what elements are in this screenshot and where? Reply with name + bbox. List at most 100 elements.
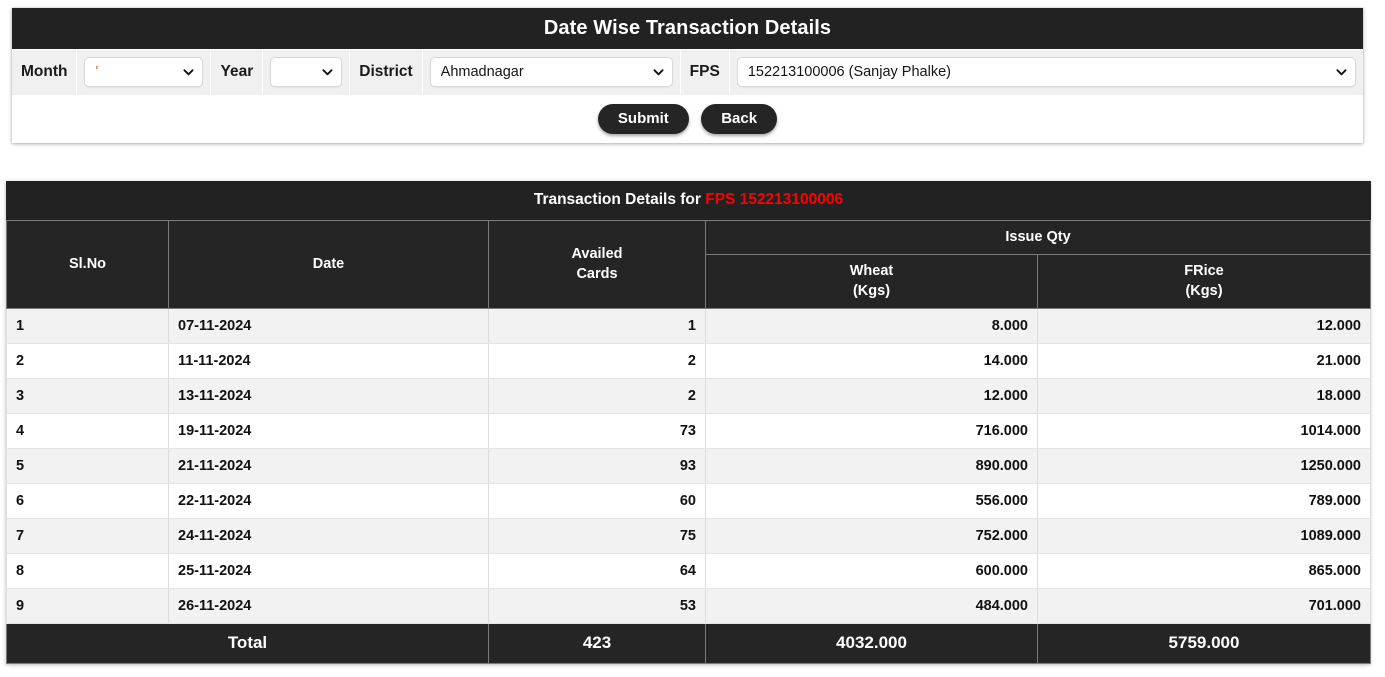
year-select[interactable] [270,57,343,87]
fps-select[interactable]: 152213100006 (Sanjay Phalke) [736,57,1356,87]
total-availed-cards: 423 [488,623,706,664]
frice-line2: (Kgs) [1185,282,1223,299]
cell-slno: 3 [6,378,169,414]
table-row: 2 11-11-2024 2 14.000 21.000 [6,343,1371,379]
page-title: Date Wise Transaction Details [12,8,1363,49]
cell-wheat: 890.000 [705,448,1038,484]
cell-wheat: 556.000 [705,483,1038,519]
table-body: 1 07-11-2024 1 8.000 12.000 2 11-11-2024 2 14.00… [6,308,1371,624]
cell-availed-cards: 93 [488,448,706,484]
cell-frice: 18.000 [1037,378,1371,414]
cell-frice: 865.000 [1037,553,1371,589]
fps-label-text: FPS [689,63,720,80]
cell-availed-cards: 53 [488,588,706,624]
month-select[interactable]: ' [84,57,204,87]
cell-availed-cards: 64 [488,553,706,589]
cell-frice: 789.000 [1037,483,1371,519]
cell-date: 22-11-2024 [168,483,489,519]
district-select-cell: Ahmadnagar [422,50,681,95]
availed-cards-line2: Cards [576,265,618,282]
cell-date: 13-11-2024 [168,378,489,414]
district-label-text: District [359,63,413,80]
district-label: District [350,50,423,95]
fps-select-wrapper: 152213100006 (Sanjay Phalke) [736,57,1356,87]
cell-availed-cards: 60 [488,483,706,519]
column-header-availed-cards[interactable]: Availed Cards [488,220,706,309]
column-header-wheat[interactable]: Wheat (Kgs) [705,254,1038,309]
cell-date: 26-11-2024 [168,588,489,624]
cell-frice: 701.000 [1037,588,1371,624]
month-label: Month [12,50,78,95]
column-header-date[interactable]: Date [168,220,489,309]
cell-wheat: 14.000 [705,343,1038,379]
cell-availed-cards: 2 [488,343,706,379]
cell-date: 19-11-2024 [168,413,489,449]
table-caption: Transaction Details for FPS 152213100006 [6,181,1371,220]
table-row: 6 22-11-2024 60 556.000 789.000 [6,483,1371,519]
table-row: 4 19-11-2024 73 716.000 1014.000 [6,413,1371,449]
cell-wheat: 600.000 [705,553,1038,589]
table-row: 5 21-11-2024 93 890.000 1250.000 [6,448,1371,484]
column-header-issue-qty: Issue Qty [705,219,1371,256]
filter-row: Month ' Year District Ahmadnagar FPS 152… [12,49,1363,95]
cell-availed-cards: 73 [488,413,706,449]
table-row: 8 25-11-2024 64 600.000 865.000 [6,553,1371,589]
table-header-row-1: Sl.No Date Availed Cards Issue Qty [6,219,1371,309]
table-head: Sl.No Date Availed Cards Issue Qty Wheat… [6,219,1371,309]
cell-slno: 1 [6,308,169,344]
cell-frice: 21.000 [1037,343,1371,379]
table-row: 1 07-11-2024 1 8.000 12.000 [6,308,1371,344]
back-button[interactable]: Back [701,104,778,134]
cell-availed-cards: 1 [488,308,706,344]
cell-frice: 12.000 [1037,308,1371,344]
frice-line1: FRice [1184,263,1224,280]
total-wheat: 4032.000 [705,623,1038,664]
table-row: 3 13-11-2024 2 12.000 18.000 [6,378,1371,414]
month-label-text: Month [21,63,68,80]
fps-label: FPS [680,50,730,95]
cell-wheat: 12.000 [705,378,1038,414]
cell-date: 11-11-2024 [168,343,489,379]
cell-slno: 5 [6,448,169,484]
cell-slno: 8 [6,553,169,589]
cell-wheat: 752.000 [705,518,1038,554]
cell-wheat: 484.000 [705,588,1038,624]
cell-slno: 7 [6,518,169,554]
cell-slno: 9 [6,588,169,624]
table-foot: Total 423 4032.000 5759.000 [6,623,1371,664]
cell-wheat: 716.000 [705,413,1038,449]
page-root: Date Wise Transaction Details Month ' Ye… [0,0,1385,677]
total-label: Total [6,623,489,664]
cell-slno: 6 [6,483,169,519]
cell-frice: 1250.000 [1037,448,1371,484]
cell-availed-cards: 2 [488,378,706,414]
year-label-text: Year [220,63,254,80]
column-header-frice[interactable]: FRice (Kgs) [1037,254,1371,309]
cell-slno: 4 [6,413,169,449]
table-caption-prefix: Transaction Details for [533,191,706,208]
wheat-line2: (Kgs) [852,282,891,299]
table-row: 9 26-11-2024 53 484.000 701.000 [6,588,1371,624]
column-header-slno[interactable]: Sl.No [6,220,169,309]
transaction-table-wrapper: Transaction Details for FPS 152213100006… [6,181,1371,664]
cell-availed-cards: 75 [488,518,706,554]
district-select-wrapper: Ahmadnagar [429,57,673,87]
table-caption-fps: FPS 152213100006 [705,191,844,208]
filter-panel: Date Wise Transaction Details Month ' Ye… [12,8,1363,143]
cell-date: 24-11-2024 [168,518,489,554]
cell-frice: 1089.000 [1037,518,1371,554]
cell-date: 07-11-2024 [168,308,489,344]
district-select[interactable]: Ahmadnagar [429,57,673,87]
availed-cards-line1: Availed [571,245,623,262]
table-row: 7 24-11-2024 75 752.000 1089.000 [6,518,1371,554]
year-label: Year [211,50,264,95]
submit-button[interactable]: Submit [597,104,689,134]
month-select-cell: ' [77,50,212,95]
month-select-wrapper: ' [84,57,204,87]
transaction-details-table: Transaction Details for FPS 152213100006… [6,181,1371,664]
action-button-row: Submit Back [12,95,1363,143]
total-row: Total 423 4032.000 5759.000 [6,623,1371,664]
cell-wheat: 8.000 [705,308,1038,344]
cell-frice: 1014.000 [1037,413,1371,449]
cell-date: 25-11-2024 [168,553,489,589]
